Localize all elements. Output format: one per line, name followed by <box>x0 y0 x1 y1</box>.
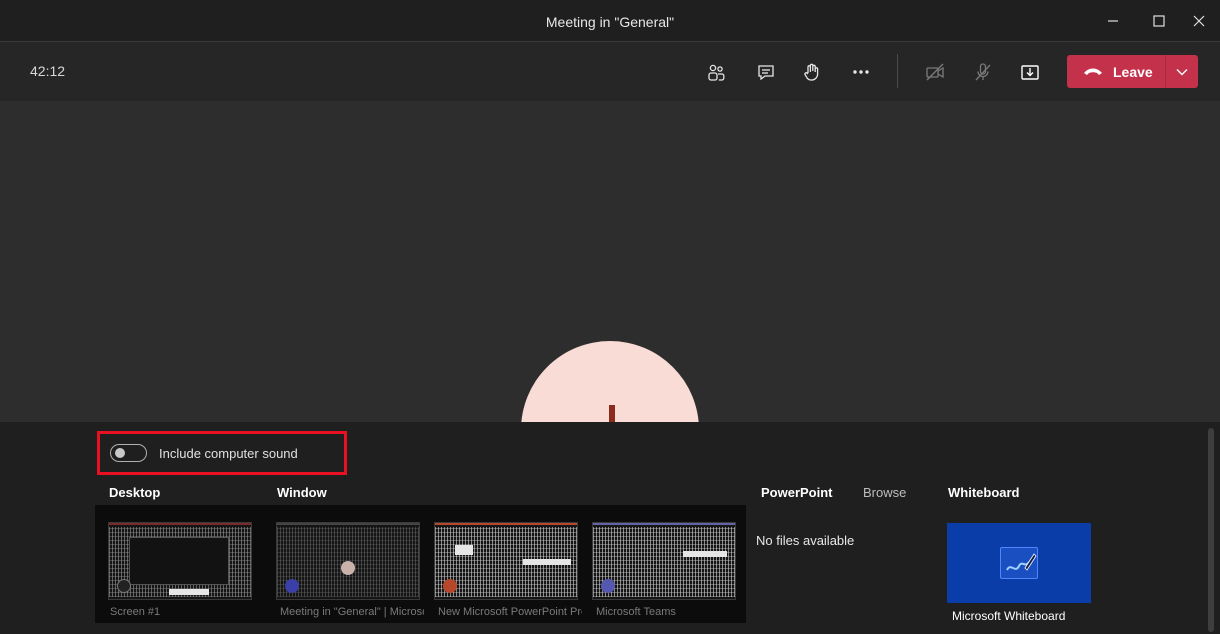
window-title: Meeting in "General" <box>545 14 675 30</box>
share-thumbnails: Screen #1 Meeting in "General" | Microso… <box>95 505 746 623</box>
section-window: Window <box>277 485 327 500</box>
thumbnail-label: Microsoft Teams <box>596 606 676 618</box>
thumbnail-label: Screen #1 <box>110 606 161 618</box>
title-bar: Meeting in "General" <box>0 0 1220 42</box>
whiteboard-icon <box>1000 547 1038 579</box>
include-sound-label: Include computer sound <box>159 446 298 461</box>
participants-icon[interactable] <box>701 57 731 87</box>
mic-off-icon[interactable] <box>968 57 998 87</box>
leave-main[interactable]: Leave <box>1067 55 1165 88</box>
thumbnail-window-teams-2[interactable] <box>592 522 736 600</box>
meeting-toolbar: 42:12 Leave <box>0 42 1220 101</box>
thumbnail-label: New Microsoft PowerPoint Presentation <box>438 606 582 618</box>
meeting-stage <box>0 101 1220 422</box>
hang-up-icon <box>1084 68 1102 75</box>
chevron-down-icon[interactable] <box>1166 55 1198 88</box>
toolbar-divider <box>897 54 898 88</box>
whiteboard-tile[interactable] <box>947 523 1091 603</box>
share-tray-icon[interactable] <box>1015 57 1045 87</box>
meeting-timer: 42:12 <box>30 63 66 79</box>
thumbnail-label: Meeting in "General" | Microsoft Teams <box>280 606 424 618</box>
thumbnail-screen[interactable] <box>108 522 252 600</box>
section-whiteboard: Whiteboard <box>948 485 1020 500</box>
teams-app-icon <box>601 579 615 593</box>
teams-app-icon <box>285 579 299 593</box>
avatar-initial <box>609 405 615 422</box>
section-powerpoint: PowerPoint <box>761 485 833 500</box>
leave-label: Leave <box>1113 63 1153 80</box>
close-icon[interactable] <box>1186 8 1212 34</box>
more-options-icon[interactable] <box>846 57 876 87</box>
thumbnail-window-teams[interactable] <box>276 522 420 600</box>
section-desktop: Desktop <box>109 485 161 500</box>
chat-icon[interactable] <box>751 57 781 87</box>
raise-hand-icon[interactable] <box>797 57 827 87</box>
share-tray: Include computer sound Desktop Window Po… <box>0 422 1220 634</box>
maximize-icon[interactable] <box>1146 8 1172 34</box>
whiteboard-label: Microsoft Whiteboard <box>952 609 1066 623</box>
include-sound-toggle[interactable] <box>110 444 147 462</box>
minimize-icon[interactable] <box>1100 8 1126 34</box>
no-files-text: No files available <box>756 533 855 548</box>
thumbnail-window-powerpoint[interactable] <box>434 522 578 600</box>
leave-button[interactable]: Leave <box>1067 55 1198 88</box>
camera-off-icon[interactable] <box>920 57 950 87</box>
powerpoint-app-icon <box>443 579 457 593</box>
toggle-knob <box>115 448 125 458</box>
scrollbar[interactable] <box>1208 428 1214 632</box>
screen-icon <box>117 579 131 593</box>
browse-link[interactable]: Browse <box>863 485 906 500</box>
avatar <box>521 341 699 422</box>
